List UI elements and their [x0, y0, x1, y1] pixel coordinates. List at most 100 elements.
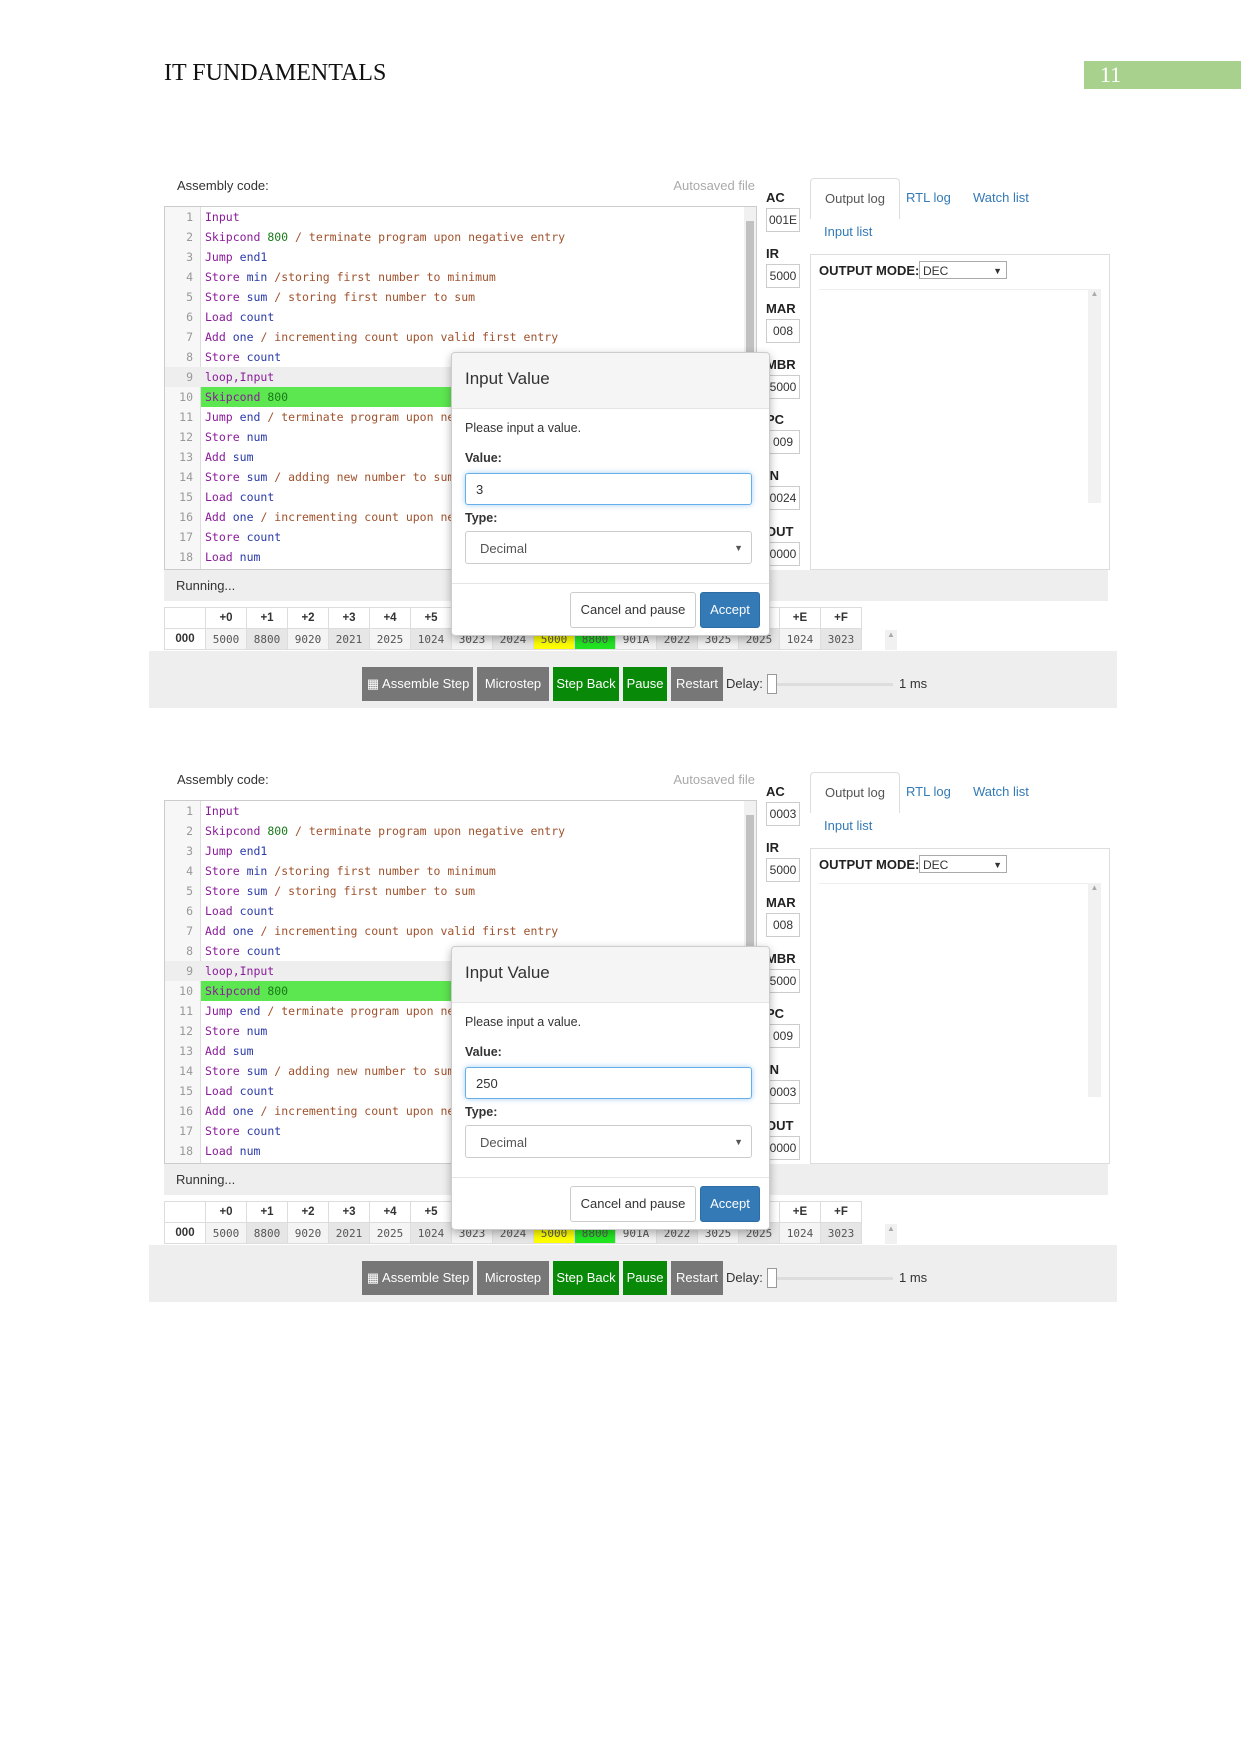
- step-button[interactable]: Step: [439, 1261, 473, 1295]
- memory-corner-cell: [164, 1201, 206, 1223]
- memory-scrollbar[interactable]: ▲: [885, 1224, 897, 1244]
- delay-slider-track[interactable]: [769, 683, 893, 686]
- memory-cell[interactable]: 2025: [369, 628, 411, 650]
- memory-cell[interactable]: 9020: [287, 628, 329, 650]
- memory-column-header: +3: [328, 1201, 370, 1223]
- code-line[interactable]: 4 Store min /storing first number to mini…: [165, 861, 756, 881]
- tab-watch-list[interactable]: Watch list: [959, 772, 1043, 812]
- scrollbar-thumb[interactable]: [746, 221, 754, 361]
- step-back-button[interactable]: Step Back: [553, 667, 619, 701]
- type-select[interactable]: Decimal ▼: [465, 531, 752, 564]
- control-bar: ▦ Assemble Step Microstep Step Back Pause Res…: [149, 1245, 1117, 1302]
- code-text: Skipcond 800 / terminate program upon ne…: [205, 230, 565, 244]
- delay-slider-handle[interactable]: [767, 674, 777, 694]
- code-token: Store: [205, 944, 240, 958]
- restart-button[interactable]: Restart: [671, 667, 723, 701]
- button-label: Pause: [626, 1270, 664, 1285]
- memory-column-header: +E: [779, 607, 821, 629]
- line-number: 18: [179, 550, 193, 564]
- memory-cell[interactable]: 1024: [779, 1222, 821, 1244]
- memory-scrollbar[interactable]: ▲: [885, 630, 897, 650]
- memory-cell[interactable]: 8800: [246, 628, 288, 650]
- cancel-and-pause-button[interactable]: Cancel and pause: [570, 592, 696, 628]
- memory-cell[interactable]: 9020: [287, 1222, 329, 1244]
- tab-input-list[interactable]: Input list: [810, 212, 886, 252]
- output-scrollbar[interactable]: ▲: [1088, 883, 1101, 1097]
- line-number: 2: [186, 230, 193, 244]
- memory-cell[interactable]: 5000: [205, 628, 247, 650]
- tab-watch-list[interactable]: Watch list: [959, 178, 1043, 218]
- code-token: count: [239, 310, 275, 324]
- code-line[interactable]: 2 Skipcond 800 / terminate program upon n…: [165, 227, 756, 247]
- memory-cell[interactable]: 3023: [820, 1222, 862, 1244]
- output-scrollbar[interactable]: ▲: [1088, 289, 1101, 503]
- dialog-footer: Cancel and pause Accept: [452, 583, 769, 636]
- code-line[interactable]: 4 Store min /storing first number to mini…: [165, 267, 756, 287]
- tab-rtl-log[interactable]: RTL log: [892, 178, 965, 218]
- tab-input-list[interactable]: Input list: [810, 806, 886, 846]
- assemble-button[interactable]: ▦ Assemble: [362, 667, 444, 701]
- cancel-and-pause-button[interactable]: Cancel and pause: [570, 1186, 696, 1222]
- memory-cell[interactable]: 2021: [328, 628, 370, 650]
- code-line[interactable]: 5 Store sum / storing first number to sum: [165, 287, 756, 307]
- memory-cell[interactable]: 2025: [369, 1222, 411, 1244]
- output-mode-select[interactable]: DEC ▼: [919, 855, 1007, 873]
- code-line[interactable]: 1 Input: [165, 207, 756, 227]
- type-select[interactable]: Decimal ▼: [465, 1125, 752, 1158]
- pause-button[interactable]: Pause: [623, 667, 667, 701]
- assemble-button[interactable]: ▦ Assemble: [362, 1261, 444, 1295]
- code-token: Input: [205, 210, 240, 224]
- code-line[interactable]: 3 Jump end1: [165, 841, 756, 861]
- type-label: Type:: [465, 1105, 498, 1119]
- code-text: loop,Input: [205, 964, 274, 978]
- code-token: Store: [205, 470, 240, 484]
- line-number: 4: [186, 864, 193, 878]
- microstep-button[interactable]: Microstep: [477, 1261, 549, 1295]
- code-line[interactable]: 6 Load count: [165, 307, 756, 327]
- line-number: 9: [186, 964, 193, 978]
- code-comment: / adding new number to sum: [274, 1064, 455, 1078]
- value-input[interactable]: 250: [465, 1067, 752, 1099]
- code-line[interactable]: 5 Store sum / storing first number to sum: [165, 881, 756, 901]
- memory-cell[interactable]: 1024: [410, 628, 452, 650]
- code-line[interactable]: 7 Add one / incrementing count upon valid…: [165, 327, 756, 347]
- delay-slider-track[interactable]: [769, 1277, 893, 1280]
- line-number: 14: [179, 470, 193, 484]
- memory-cell[interactable]: 2021: [328, 1222, 370, 1244]
- code-text: Jump end1: [205, 250, 267, 264]
- code-line[interactable]: 7 Add one / incrementing count upon valid…: [165, 921, 756, 941]
- code-line[interactable]: 2 Skipcond 800 / terminate program upon n…: [165, 821, 756, 841]
- memory-cell[interactable]: 3023: [820, 628, 862, 650]
- tab-rtl-log[interactable]: RTL log: [892, 772, 965, 812]
- memory-column-header: +5: [410, 607, 452, 629]
- code-token: count: [246, 530, 282, 544]
- pause-button[interactable]: Pause: [623, 1261, 667, 1295]
- code-line[interactable]: 1 Input: [165, 801, 756, 821]
- microstep-button[interactable]: Microstep: [477, 667, 549, 701]
- memory-cell[interactable]: 1024: [410, 1222, 452, 1244]
- code-token: Store: [205, 530, 240, 544]
- memory-cell[interactable]: 8800: [246, 1222, 288, 1244]
- line-number: 17: [179, 530, 193, 544]
- value-input[interactable]: 3: [465, 473, 752, 505]
- scrollbar-thumb[interactable]: [746, 815, 754, 955]
- autosaved-file-label: Autosaved file: [673, 772, 755, 787]
- memory-cell[interactable]: 1024: [779, 628, 821, 650]
- accept-button[interactable]: Accept: [700, 1186, 760, 1222]
- code-token: Store: [205, 1124, 240, 1138]
- code-token: Add: [205, 924, 226, 938]
- restart-button[interactable]: Restart: [671, 1261, 723, 1295]
- accept-button[interactable]: Accept: [700, 592, 760, 628]
- output-mode-select[interactable]: DEC ▼: [919, 261, 1007, 279]
- memory-cell[interactable]: 5000: [205, 1222, 247, 1244]
- code-line[interactable]: 3 Jump end1: [165, 247, 756, 267]
- step-back-button[interactable]: Step Back: [553, 1261, 619, 1295]
- delay-slider-handle[interactable]: [767, 1268, 777, 1288]
- value-label: Value:: [465, 1045, 502, 1059]
- code-line[interactable]: 6 Load count: [165, 901, 756, 921]
- step-button[interactable]: Step: [439, 667, 473, 701]
